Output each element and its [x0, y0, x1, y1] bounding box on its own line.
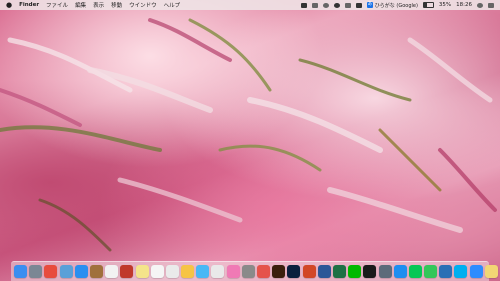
dropbox-icon[interactable] [300, 2, 307, 8]
clock[interactable]: 18:26 [456, 2, 472, 8]
menu-window[interactable]: ウインドウ [129, 1, 157, 9]
input-method-label: ひらがな (Google) [374, 2, 418, 9]
dock-launchpad-icon[interactable] [29, 265, 43, 278]
dock-preview-icon[interactable] [59, 265, 73, 278]
dock [11, 261, 498, 281]
dock-powerpoint-icon[interactable] [302, 265, 316, 278]
dock-stickies-icon[interactable] [135, 265, 149, 278]
notification-center-icon[interactable] [488, 2, 494, 8]
battery-icon[interactable] [422, 2, 434, 8]
dock-safari-icon[interactable] [74, 265, 88, 278]
dock-textedit-icon[interactable] [165, 265, 179, 278]
dock-line-green-icon[interactable] [408, 265, 422, 278]
dock-reminders-icon[interactable] [150, 265, 164, 278]
desktop: ● Finder ファイル 編集 表示 移動 ウインドウ ヘルプ あ ひらがな … [0, 0, 500, 281]
wallpaper [0, 0, 500, 281]
dock-calendar-icon[interactable] [105, 265, 119, 278]
menu-bar-left: ● Finder ファイル 編集 表示 移動 ウインドウ ヘルプ [0, 0, 180, 10]
cloud-icon[interactable] [311, 2, 318, 8]
dock-messages-icon[interactable] [196, 265, 210, 278]
apple-menu-icon[interactable]: ● [6, 0, 12, 10]
dock-photos-icon[interactable] [181, 265, 195, 278]
menu-go[interactable]: 移動 [111, 1, 122, 9]
dock-app-store-icon[interactable] [393, 265, 407, 278]
volume-icon[interactable] [355, 2, 362, 8]
input-method-icon: あ [366, 2, 373, 8]
dock-facetime-icon[interactable] [211, 265, 225, 278]
input-method-menu[interactable]: あ ひらがな (Google) [366, 2, 418, 9]
dock-at-app-icon[interactable] [378, 265, 392, 278]
dock-folder-icon[interactable] [484, 265, 498, 278]
dock-photoshop-icon[interactable] [287, 265, 301, 278]
wallpaper-grass [0, 18, 497, 252]
dock-line-icon[interactable] [348, 265, 362, 278]
dock-skype-icon[interactable] [454, 265, 468, 278]
menu-view[interactable]: 表示 [93, 1, 104, 9]
dock-photo-booth-icon[interactable] [120, 265, 134, 278]
dock-quicktime-icon[interactable] [439, 265, 453, 278]
dock-terminal-black-icon[interactable] [363, 265, 377, 278]
menu-file[interactable]: ファイル [46, 1, 68, 9]
app-menu-finder[interactable]: Finder [19, 2, 39, 8]
dock-itunes-icon[interactable] [226, 265, 240, 278]
battery-fill [423, 3, 428, 7]
dock-color-app-icon[interactable] [257, 265, 270, 278]
bluetooth-icon[interactable] [333, 2, 340, 8]
menu-bar-right: あ ひらがな (Google) 35% 18:26 [300, 2, 500, 9]
wifi-icon[interactable] [344, 2, 351, 8]
clock-status-icon[interactable] [322, 2, 329, 8]
menu-help[interactable]: ヘルプ [164, 1, 181, 9]
dock-zoom-icon[interactable] [469, 265, 483, 278]
dock-illustrator-icon[interactable] [272, 265, 286, 278]
spotlight-icon[interactable] [477, 2, 483, 8]
dock-messages-green-icon[interactable] [424, 265, 438, 278]
dock-excel-icon[interactable] [332, 265, 346, 278]
battery-percent: 35% [438, 2, 452, 8]
dock-word-icon[interactable] [317, 265, 331, 278]
dock-system-preferences-icon[interactable] [241, 265, 255, 278]
dock-finder-icon[interactable] [14, 265, 27, 278]
menu-bar: ● Finder ファイル 編集 表示 移動 ウインドウ ヘルプ あ ひらがな … [0, 0, 500, 10]
dock-chrome-icon[interactable] [44, 265, 58, 278]
menu-edit[interactable]: 編集 [75, 1, 86, 9]
dock-notes-brown-icon[interactable] [89, 265, 103, 278]
